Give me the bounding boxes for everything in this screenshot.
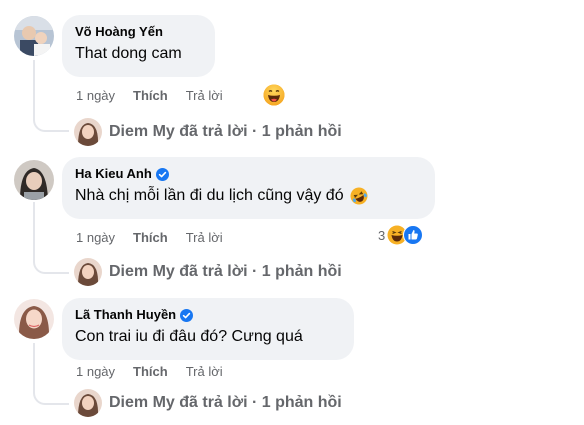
thread-connector	[33, 343, 69, 405]
avatar	[74, 389, 102, 417]
comment-time[interactable]: 1 ngày	[76, 230, 115, 245]
haha-like-reactions-icon[interactable]: 3	[378, 225, 424, 245]
author-name[interactable]: Ha Kieu Anh	[75, 166, 152, 182]
comment-text-content: That dong cam	[75, 45, 182, 62]
view-replies-link[interactable]: Diem My đã trả lời · 1 phản hồi	[74, 389, 342, 417]
verified-badge-icon	[155, 167, 169, 181]
comment-author[interactable]: Võ Hoàng Yến	[75, 24, 202, 40]
reaction-count: 3	[378, 227, 386, 243]
comment-text: Nhà chị mỗi lần đi du lịch cũng vậy đó	[75, 186, 422, 206]
comment-actions: 1 ngày Thích Trả lời	[76, 230, 223, 245]
author-name[interactable]: Lã Thanh Huyền	[75, 307, 176, 323]
comment-text: That dong cam	[75, 44, 202, 64]
rolling-laughing-emoji-icon	[350, 187, 368, 205]
like-button[interactable]: Thích	[133, 88, 168, 103]
reply-button[interactable]: Trả lời	[186, 88, 223, 103]
like-button[interactable]: Thích	[133, 364, 168, 379]
like-reaction-icon	[403, 225, 424, 245]
comment-text: Con trai iu đi đâu đó? Cưng quá	[75, 327, 341, 347]
verified-badge-icon	[180, 308, 194, 322]
avatar[interactable]	[14, 299, 54, 339]
avatar[interactable]	[14, 160, 54, 200]
comment-time[interactable]: 1 ngày	[76, 88, 115, 103]
comment-time[interactable]: 1 ngày	[76, 364, 115, 379]
avatar	[74, 258, 102, 286]
laughing-emoji-icon[interactable]	[263, 84, 285, 106]
comment-text-content: Con trai iu đi đâu đó? Cưng quá	[75, 328, 303, 345]
reply-summary[interactable]: Diem My đã trả lời · 1 phản hồi	[109, 123, 342, 141]
thread-connector	[33, 202, 69, 274]
comment-author[interactable]: Lã Thanh Huyền	[75, 307, 341, 323]
comment-actions: 1 ngày Thích Trả lời	[76, 364, 223, 379]
author-name[interactable]: Võ Hoàng Yến	[75, 24, 163, 40]
reply-summary[interactable]: Diem My đã trả lời · 1 phản hồi	[109, 263, 342, 281]
reply-button[interactable]: Trả lời	[186, 230, 223, 245]
comment-bubble: Võ Hoàng Yến That dong cam	[62, 15, 215, 77]
reply-summary[interactable]: Diem My đã trả lời · 1 phản hồi	[109, 394, 342, 412]
comment-text-content: Nhà chị mỗi lần đi du lịch cũng vậy đó	[75, 187, 344, 204]
comment-actions: 1 ngày Thích Trả lời	[76, 88, 223, 103]
comment-bubble: Lã Thanh Huyền Con trai iu đi đâu đó? Cư…	[62, 298, 354, 360]
view-replies-link[interactable]: Diem My đã trả lời · 1 phản hồi	[74, 258, 342, 286]
avatar[interactable]	[14, 16, 54, 56]
comment-author[interactable]: Ha Kieu Anh	[75, 166, 422, 182]
like-button[interactable]: Thích	[133, 230, 168, 245]
reply-button[interactable]: Trả lời	[186, 364, 223, 379]
comment-bubble: Ha Kieu Anh Nhà chị mỗi lần đi du lịch c…	[62, 157, 435, 219]
thread-connector	[33, 60, 69, 132]
avatar	[74, 118, 102, 146]
view-replies-link[interactable]: Diem My đã trả lời · 1 phản hồi	[74, 118, 342, 146]
